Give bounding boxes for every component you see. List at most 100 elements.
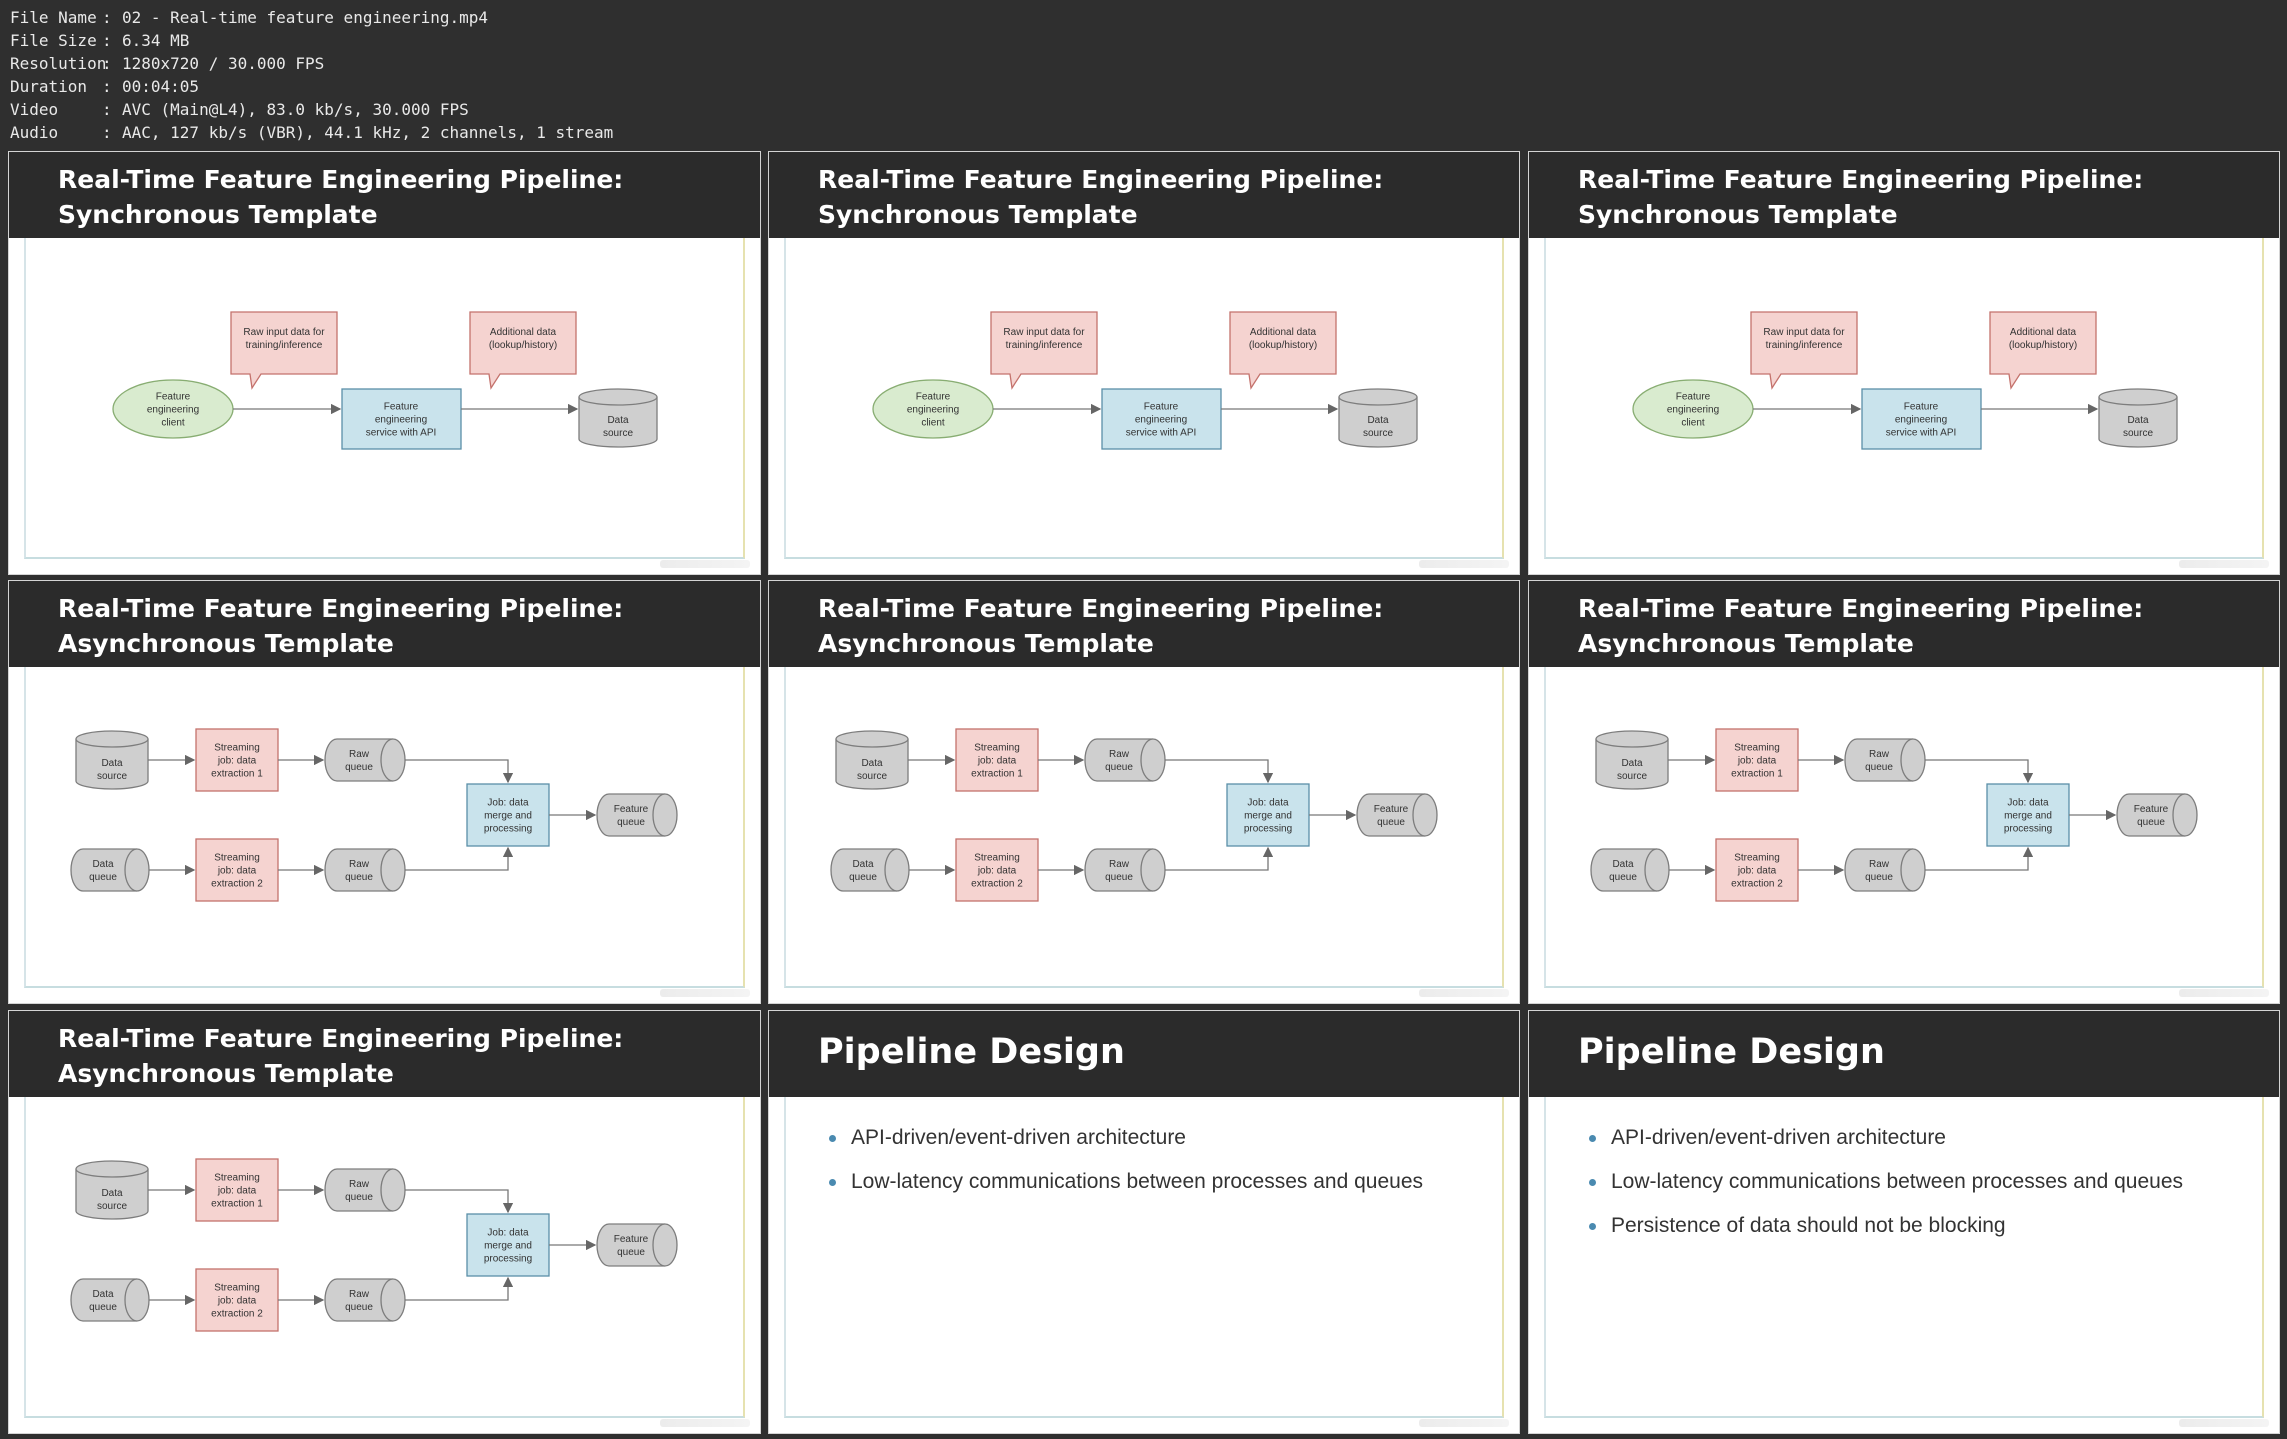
feature-queue-cylinder-cap xyxy=(652,793,678,837)
slide-header: Real-Time Feature Engineering Pipeline: S… xyxy=(9,152,760,238)
design-bullet: Persistence of data should not be blocki… xyxy=(1589,1214,2183,1238)
design-bullet-text: API-driven/event-driven architecture xyxy=(851,1126,1186,1149)
streaming-job-2-label-line: Streaming xyxy=(974,853,1020,864)
feature-service-label-line: engineering xyxy=(375,415,427,426)
merge-job-label-line: processing xyxy=(484,824,532,835)
arrow-raw2-merge xyxy=(1925,846,2034,871)
async-pipeline-diagram: Data source Data queue Streaming job: data ext… xyxy=(830,728,1438,902)
slide-title-line1: Real-Time Feature Engineering Pipeline: xyxy=(58,165,624,194)
slide-header: Pipeline Design xyxy=(1529,1011,2279,1097)
streaming-job-1-label-line: Streaming xyxy=(1734,743,1780,754)
raw-queue-2-label-line: Raw xyxy=(1109,859,1130,870)
raw-queue-2-cylinder-cap xyxy=(380,1278,406,1322)
async-data-source-label-line: Data xyxy=(861,758,883,769)
streaming-job-1-label-line: Streaming xyxy=(974,743,1020,754)
merge-job-label-line: merge and xyxy=(1244,811,1292,822)
feature-client-label-line: client xyxy=(1681,418,1705,429)
slide-thumbnail-5: Real-Time Feature Engineering Pipeline: A… xyxy=(768,580,1520,1004)
feature-service-label-line: engineering xyxy=(1895,415,1947,426)
slide-title: Real-Time Feature Engineering Pipeline: A… xyxy=(58,591,623,661)
raw-queue-2-label-line: queue xyxy=(345,872,373,883)
additional-data-callout-label-line: Additional data xyxy=(2010,327,2077,338)
feature-queue-cylinder-cap xyxy=(1412,793,1438,837)
streaming-job-1-label: Streaming job: data extraction 1 xyxy=(211,1173,263,1210)
feature-queue-cylinder xyxy=(1356,793,1438,837)
async-pipeline-diagram: Data source Data queue Streaming job: data ext… xyxy=(70,1158,678,1332)
streaming-job-2-label-line: job: data xyxy=(217,866,257,877)
data-source-label-line: source xyxy=(1363,428,1393,439)
raw-queue-1-cylinder-cap xyxy=(1140,738,1166,782)
slide-header: Real-Time Feature Engineering Pipeline: A… xyxy=(9,1011,760,1097)
arrow-raw2-merge xyxy=(1165,846,1274,871)
slide-title-line2: Asynchronous Template xyxy=(58,629,394,658)
streaming-job-2-label: Streaming job: data extraction 2 xyxy=(211,1283,263,1320)
additional-data-callout-label-line: (lookup/history) xyxy=(2009,340,2077,351)
meta-value: 02 - Real-time feature engineering.mp4 xyxy=(122,8,489,27)
raw-queue-2-cylinder-cap xyxy=(380,848,406,892)
async-data-queue-label-line: Data xyxy=(852,859,874,870)
design-bullet-list: API-driven/event-driven architecture Low-… xyxy=(829,1126,1423,1214)
streaming-job-1-label: Streaming job: data extraction 1 xyxy=(211,743,263,780)
sync-pipeline-diagram: Raw input data for training/inference Addi… xyxy=(112,311,658,450)
streaming-job-1-label-line: job: data xyxy=(217,756,257,767)
streaming-job-2-label-line: Streaming xyxy=(214,853,260,864)
async-data-queue-cylinder xyxy=(1590,848,1670,892)
merge-job-label-line: Job: data xyxy=(2007,798,2049,809)
feature-service-label-line: service with API xyxy=(366,428,437,439)
async-data-source-label-line: source xyxy=(857,771,887,782)
data-source-label-line: Data xyxy=(1367,415,1389,426)
streaming-job-2-label-line: extraction 2 xyxy=(971,879,1023,890)
raw-queue-2-label-line: queue xyxy=(1105,872,1133,883)
raw-queue-2-label-line: Raw xyxy=(1869,859,1890,870)
merge-job-label-line: Job: data xyxy=(487,798,529,809)
streaming-job-2-label-line: job: data xyxy=(1737,866,1777,877)
slide-header: Real-Time Feature Engineering Pipeline: S… xyxy=(1529,152,2279,238)
raw-queue-1-label-line: queue xyxy=(345,762,373,773)
additional-data-callout-label-line: Additional data xyxy=(1250,327,1317,338)
slide-header: Pipeline Design xyxy=(769,1011,1519,1097)
feature-queue-cylinder-cap xyxy=(2172,793,2198,837)
feature-queue-label-line: Feature xyxy=(1374,804,1409,815)
streaming-job-1-label-line: Streaming xyxy=(214,1173,260,1184)
arrow-raw1-merge xyxy=(405,1189,514,1214)
merge-job-label: Job: data merge and processing xyxy=(484,798,532,835)
streaming-job-1-label-line: extraction 1 xyxy=(1731,769,1783,780)
slide-header: Real-Time Feature Engineering Pipeline: A… xyxy=(9,581,760,667)
slide-title-line1: Real-Time Feature Engineering Pipeline: xyxy=(58,1024,624,1053)
slide-title: Real-Time Feature Engineering Pipeline: S… xyxy=(818,162,1383,232)
slide-title-line1: Real-Time Feature Engineering Pipeline: xyxy=(1578,594,2144,623)
async-data-queue-cylinder-cap xyxy=(124,848,150,892)
async-data-source-label-line: source xyxy=(97,1201,127,1212)
slide-title-line1: Real-Time Feature Engineering Pipeline: xyxy=(818,594,1384,623)
async-data-queue-label-line: Data xyxy=(1612,859,1634,870)
feature-client-label-line: engineering xyxy=(907,405,959,416)
feature-service-label-line: Feature xyxy=(384,402,419,413)
raw-queue-2-cylinder xyxy=(1084,848,1166,892)
raw-input-callout-label-line: Raw input data for xyxy=(1763,327,1845,338)
async-data-queue-cylinder xyxy=(830,848,910,892)
feature-client-label-line: client xyxy=(921,418,945,429)
async-data-queue-cylinder-cap xyxy=(1644,848,1670,892)
streaming-job-2-label: Streaming job: data extraction 2 xyxy=(1731,853,1783,890)
raw-input-callout-label-line: Raw input data for xyxy=(1003,327,1085,338)
slide-header: Real-Time Feature Engineering Pipeline: S… xyxy=(769,152,1519,238)
async-data-source-label-line: Data xyxy=(101,1188,123,1199)
feature-queue-label-line: queue xyxy=(1377,817,1405,828)
streaming-job-2-label: Streaming job: data extraction 2 xyxy=(211,853,263,890)
merge-job-label-line: merge and xyxy=(484,811,532,822)
streaming-job-2-label-line: Streaming xyxy=(1734,853,1780,864)
slide-thumbnail-2: Real-Time Feature Engineering Pipeline: S… xyxy=(768,151,1520,575)
data-source-cylinder-top xyxy=(578,388,658,406)
raw-queue-1-label-line: queue xyxy=(345,1192,373,1203)
meta-separator: : xyxy=(102,54,112,73)
raw-queue-1-label-line: Raw xyxy=(1869,749,1890,760)
arrow-raw1-merge xyxy=(1925,759,2034,784)
data-source-label-line: Data xyxy=(607,415,629,426)
design-bullet: Low-latency communications between proce… xyxy=(829,1170,1423,1194)
slide-thumbnail-8: Pipeline Design API-driven/event-driven a… xyxy=(768,1010,1520,1434)
arrow-raw1-merge xyxy=(405,759,514,784)
meta-row: File Size:6.34 MB xyxy=(10,29,613,52)
streaming-job-2-label-line: job: data xyxy=(217,1296,257,1307)
streaming-job-1-label-line: job: data xyxy=(977,756,1017,767)
merge-job-label-line: merge and xyxy=(2004,811,2052,822)
